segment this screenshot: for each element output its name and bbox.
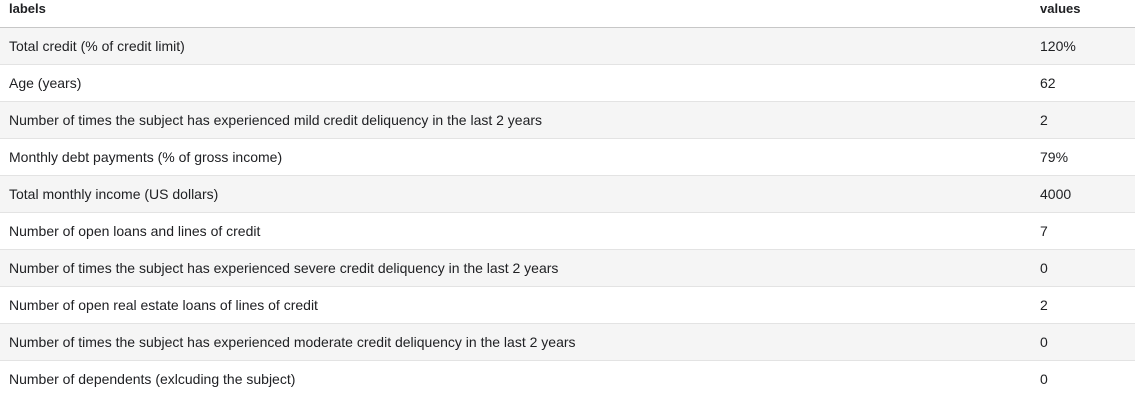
row-label: Monthly debt payments (% of gross income… [0,138,1031,176]
row-value: 120% [1031,27,1135,65]
row-label: Total credit (% of credit limit) [0,27,1031,65]
feature-values-table: labels values Total credit (% of credit … [0,0,1135,397]
table-row: Monthly debt payments (% of gross income… [0,138,1135,176]
table-row: Total credit (% of credit limit) 120% [0,27,1135,65]
row-value: 0 [1031,360,1135,397]
row-label: Number of times the subject has experien… [0,323,1031,361]
table-row: Total monthly income (US dollars) 4000 [0,175,1135,213]
row-label: Total monthly income (US dollars) [0,175,1031,213]
column-header-values: values [1031,0,1135,28]
column-header-labels: labels [0,0,1031,28]
row-label: Age (years) [0,64,1031,102]
table-row: Number of open loans and lines of credit… [0,212,1135,250]
table-row: Number of times the subject has experien… [0,323,1135,361]
row-value: 7 [1031,212,1135,250]
row-label: Number of times the subject has experien… [0,101,1031,139]
row-value: 4000 [1031,175,1135,213]
row-label: Number of open loans and lines of credit [0,212,1031,250]
table-row: Number of times the subject has experien… [0,101,1135,139]
row-value: 2 [1031,101,1135,139]
table-row: Number of times the subject has experien… [0,249,1135,287]
row-value: 62 [1031,64,1135,102]
row-label: Number of times the subject has experien… [0,249,1031,287]
row-label: Number of open real estate loans of line… [0,286,1031,324]
table-body: Total credit (% of credit limit) 120% Ag… [0,27,1135,397]
table-header: labels values [0,0,1135,28]
row-value: 2 [1031,286,1135,324]
table-header-row: labels values [0,0,1135,28]
row-value: 0 [1031,323,1135,361]
table-row: Number of dependents (exlcuding the subj… [0,360,1135,397]
row-label: Number of dependents (exlcuding the subj… [0,360,1031,397]
table-row: Number of open real estate loans of line… [0,286,1135,324]
row-value: 0 [1031,249,1135,287]
table-row: Age (years) 62 [0,64,1135,102]
row-value: 79% [1031,138,1135,176]
